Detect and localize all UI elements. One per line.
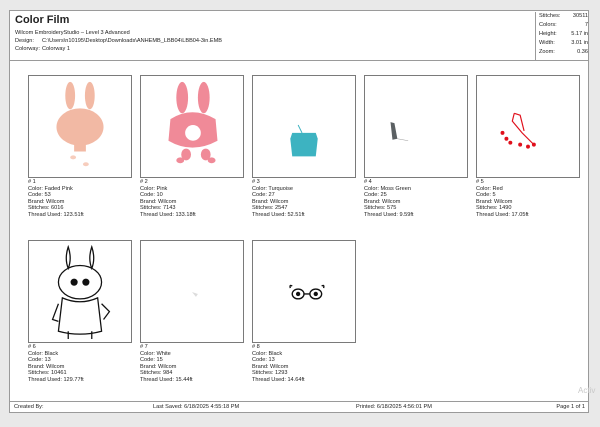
film-number: # 6: [28, 344, 36, 350]
film-7-info: # 7 Color: White Code: 15 Brand: Wilcom …: [140, 344, 193, 384]
design-stats: Stitches: 30511 Colors: 7 Height: 5.17 in W…: [535, 12, 590, 60]
film-code: Code: 5: [476, 192, 496, 199]
film-number: # 2: [140, 179, 148, 185]
film-thread-used: Thread Used: 123.51ft: [28, 211, 84, 218]
film-brand: Brand: Wilcom: [364, 198, 401, 205]
film-4-preview: [364, 75, 468, 178]
design-label: Design:: [15, 38, 34, 44]
film-3-preview: [252, 75, 356, 178]
film-8-info: # 8 Color: Black Code: 13 Brand: Wilcom …: [252, 344, 305, 384]
film-stitches: Stitches: 7143: [140, 205, 176, 212]
printed-date: Printed: 6/18/2025 4:56:01 PM: [356, 404, 432, 410]
film-6-info: # 6 Color: Black Code: 13 Brand: Wilcom …: [28, 344, 84, 384]
film-brand: Brand: Wilcom: [28, 363, 65, 370]
colorway-row: Colorway: Colorway 1: [15, 46, 70, 52]
colors-value: 7: [584, 22, 588, 28]
film-stitches: Stitches: 1490: [476, 205, 512, 212]
zoom-value: 0.36: [577, 49, 588, 55]
width-value: 3.01 in: [571, 40, 588, 46]
film-code: Code: 10: [140, 192, 163, 199]
film-thread-used: Thread Used: 14.64ft: [252, 376, 305, 383]
film-stitches: Stitches: 10461: [28, 370, 67, 377]
film-thread-used: Thread Used: 133.18ft: [140, 211, 196, 218]
film-color: Color: Black: [252, 350, 283, 357]
film-stitches: Stitches: 6016: [28, 205, 64, 212]
film-6-preview: [28, 240, 132, 343]
film-number: # 3: [252, 179, 260, 185]
film-7-preview: [140, 240, 244, 343]
film-color: Color: White: [140, 350, 171, 357]
film-brand: Brand: Wilcom: [252, 363, 289, 370]
color-film-page: Color Film Wilcom EmbroideryStudio – Lev…: [9, 10, 589, 413]
film-number: # 5: [476, 179, 484, 185]
design-path: C:\Users\n10195\Desktop\Downloads\ANHEMB…: [42, 38, 223, 44]
page-number: Page 1 of 1: [556, 404, 585, 410]
film-2-info: # 2 Color: Pink Code: 10 Brand: Wilcom S…: [140, 179, 196, 219]
film-stitches: Stitches: 1293: [252, 370, 288, 377]
film-number: # 4: [364, 179, 372, 185]
activation-watermark: Activ: [578, 386, 596, 395]
film-color: Color: Pink: [140, 185, 168, 192]
film-code: Code: 13: [252, 357, 275, 364]
header-divider: [10, 60, 588, 61]
film-thread-used: Thread Used: 15.44ft: [140, 376, 193, 383]
film-thread-used: Thread Used: 9.59ft: [364, 211, 414, 218]
film-thread-used: Thread Used: 17.05ft: [476, 211, 529, 218]
film-1-info: # 1 Color: Faded Pink Code: 53 Brand: Wi…: [28, 179, 84, 219]
height-value: 5.17 in: [571, 31, 588, 37]
film-3-info: # 3 Color: Turquoise Code: 27 Brand: Wil…: [252, 179, 305, 219]
stitches-label: Stitches:: [539, 13, 561, 19]
film-color: Color: Red: [476, 185, 503, 192]
film-stitches: Stitches: 575: [364, 205, 397, 212]
film-brand: Brand: Wilcom: [140, 363, 177, 370]
page-footer: Created By: Last Saved: 6/18/2025 4:55:1…: [10, 401, 588, 412]
film-4-info: # 4 Color: Moss Green Code: 25 Brand: Wi…: [364, 179, 413, 219]
height-label: Height:: [539, 31, 557, 37]
film-brand: Brand: Wilcom: [28, 198, 65, 205]
film-number: # 7: [140, 344, 148, 350]
film-8-preview: [252, 240, 356, 343]
page-title: Color Film: [15, 14, 70, 26]
film-brand: Brand: Wilcom: [476, 198, 513, 205]
film-thread-used: Thread Used: 52.51ft: [252, 211, 305, 218]
app-name: Wilcom EmbroideryStudio – Level 3 Advanc…: [15, 30, 130, 36]
film-stitches: Stitches: 2547: [252, 205, 288, 212]
film-code: Code: 13: [28, 357, 51, 364]
colors-label: Colors:: [539, 22, 557, 28]
film-brand: Brand: Wilcom: [252, 198, 289, 205]
film-brand: Brand: Wilcom: [140, 198, 177, 205]
film-code: Code: 27: [252, 192, 275, 199]
film-color: Color: Black: [28, 350, 59, 357]
film-2-preview: [140, 75, 244, 178]
film-5-preview: [476, 75, 580, 178]
design-row: Design: C:\Users\n10195\Desktop\Downloads…: [15, 38, 222, 44]
film-thread-used: Thread Used: 129.77ft: [28, 376, 84, 383]
film-number: # 1: [28, 179, 36, 185]
last-saved: Last Saved: 6/18/2025 4:55:18 PM: [153, 404, 240, 410]
colorway-value: Colorway 1: [42, 46, 70, 52]
film-1-preview: [28, 75, 132, 178]
zoom-label: Zoom:: [539, 49, 555, 55]
created-by: Created By:: [14, 404, 44, 410]
width-label: Width:: [539, 40, 555, 46]
film-5-info: # 5 Color: Red Code: 5 Brand: Wilcom Sti…: [476, 179, 529, 219]
film-color: Color: Turquoise: [252, 185, 294, 192]
stitches-value: 30511: [572, 13, 588, 19]
colorway-label: Colorway:: [15, 46, 40, 52]
film-code: Code: 53: [28, 192, 51, 199]
film-number: # 8: [252, 344, 260, 350]
film-code: Code: 15: [140, 357, 163, 364]
film-stitches: Stitches: 984: [140, 370, 173, 377]
film-code: Code: 25: [364, 192, 387, 199]
film-color: Color: Faded Pink: [28, 185, 73, 192]
film-color: Color: Moss Green: [364, 185, 411, 192]
